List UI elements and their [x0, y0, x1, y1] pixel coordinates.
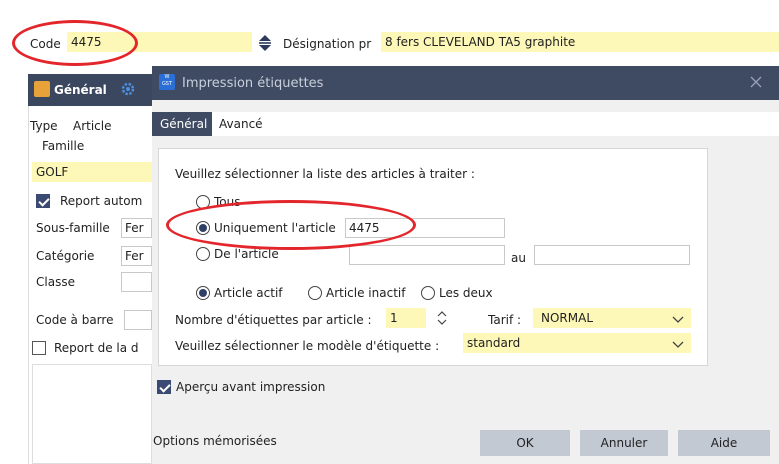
radio-de-article-label: De l'article — [214, 247, 279, 261]
au-label: au — [511, 251, 526, 265]
radio-les-deux[interactable] — [421, 286, 435, 300]
report-de-la-label: Report de la d — [54, 341, 139, 355]
radio-inactif-label: Article inactif — [326, 286, 406, 300]
tab-avance[interactable]: Avancé — [214, 112, 274, 136]
radio-actif[interactable] — [196, 286, 210, 300]
radio-uniquement-label: Uniquement l'article — [214, 221, 336, 235]
report-de-la-checkbox[interactable] — [32, 341, 46, 355]
report-auto-checkbox[interactable] — [36, 194, 50, 208]
categorie-label: Catégorie — [36, 249, 95, 263]
bg-tab-general[interactable]: Général — [54, 82, 107, 98]
tab-general-label: Général — [160, 117, 208, 131]
top-bar — [0, 0, 779, 62]
modele-select[interactable]: standard — [463, 333, 691, 353]
tarif-value: NORMAL — [541, 311, 594, 325]
settings-gear-icon[interactable] — [120, 81, 136, 97]
ok-button[interactable]: OK — [480, 430, 570, 456]
radio-de-article[interactable] — [196, 247, 210, 261]
radio-tous[interactable] — [196, 195, 210, 209]
type-label: Type — [30, 119, 58, 133]
nb-etiquettes-label: Nombre d'étiquettes par article : — [175, 313, 372, 327]
code-field[interactable]: 4475 — [67, 32, 252, 52]
aide-button[interactable]: Aide — [678, 430, 770, 456]
famille-label: Famille — [42, 139, 85, 153]
app-logo-text: W GST — [161, 74, 173, 87]
sous-famille-field[interactable]: Fer — [121, 218, 152, 238]
modele-value: standard — [467, 336, 521, 350]
radio-inactif[interactable] — [308, 286, 322, 300]
dialog-title: Impression étiquettes — [182, 76, 324, 91]
options-memorisees-label: Options mémorisées — [153, 434, 277, 448]
tarif-select[interactable]: NORMAL — [533, 308, 691, 328]
modele-chevron-down-icon[interactable] — [672, 338, 684, 348]
apercu-label: Aperçu avant impression — [176, 380, 326, 394]
radio-les-deux-label: Les deux — [439, 286, 493, 300]
uniquement-field[interactable]: 4475 — [345, 218, 505, 238]
sous-famille-label: Sous-famille — [36, 221, 110, 235]
code-barre-label: Code à barre — [36, 313, 114, 327]
classe-field[interactable] — [121, 272, 152, 292]
radio-tous-label: Tous — [214, 195, 241, 209]
designation-label: Désignation pr — [283, 37, 372, 51]
close-icon[interactable] — [748, 74, 764, 90]
type-value: Article — [73, 119, 112, 133]
categorie-field[interactable]: Fer — [121, 246, 152, 266]
annuler-button[interactable]: Annuler — [580, 430, 668, 456]
au-field[interactable] — [534, 245, 690, 265]
code-label: Code — [30, 37, 61, 51]
tab-avance-label: Avancé — [219, 117, 263, 131]
famille-field[interactable]: GOLF — [32, 162, 152, 182]
app-logo-icon: W GST — [159, 74, 175, 90]
code-barre-field[interactable] — [124, 310, 152, 330]
de-article-field[interactable] — [349, 245, 505, 265]
report-auto-label: Report autom — [60, 194, 143, 208]
tarif-chevron-down-icon[interactable] — [672, 313, 684, 323]
modele-label: Veuillez sélectionner le modèle d'étique… — [175, 339, 440, 353]
tarif-label: Tarif : — [488, 313, 522, 327]
bg-lower-box — [32, 364, 152, 464]
classe-label: Classe — [36, 275, 75, 289]
tab-general[interactable]: Général — [152, 112, 212, 136]
sort-arrows-icon[interactable] — [258, 34, 272, 52]
apercu-checkbox[interactable] — [157, 380, 171, 394]
radio-uniquement[interactable] — [196, 221, 210, 235]
radio-actif-label: Article actif — [214, 286, 283, 300]
general-tab-icon — [34, 81, 50, 97]
designation-field[interactable]: 8 fers CLEVELAND TA5 graphite — [381, 32, 779, 52]
nb-etiquettes-field[interactable]: 1 — [386, 308, 426, 328]
nb-spinner-icon[interactable] — [436, 310, 448, 326]
select-list-label: Veuillez sélectionner la liste des artic… — [175, 167, 475, 181]
